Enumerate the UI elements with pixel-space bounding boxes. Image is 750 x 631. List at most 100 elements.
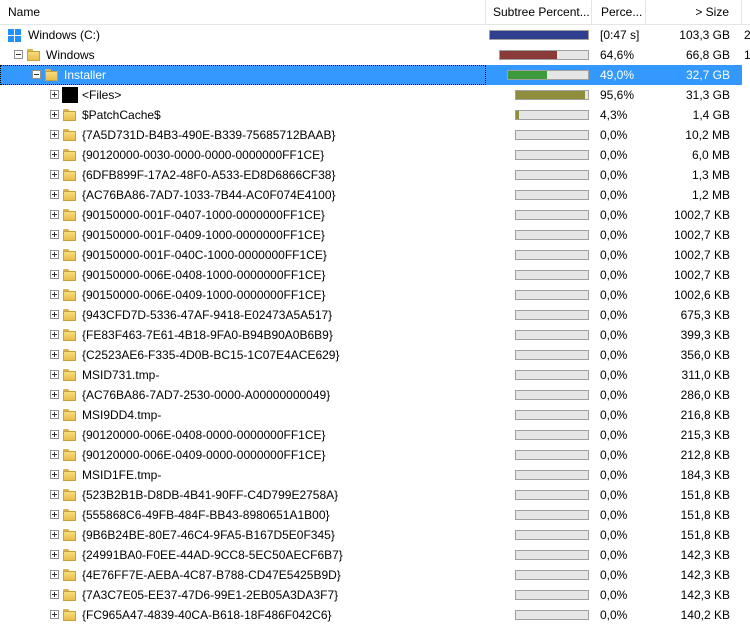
tree-row-name-cell[interactable]: MSID1FE.tmp-: [0, 465, 486, 485]
tree-row[interactable]: Windows (C:) [0:47 s] 103,3 GB 2: [0, 25, 750, 45]
tree-row-name-cell[interactable]: Windows (C:): [0, 25, 486, 45]
tree-row-name-cell[interactable]: {90150000-006E-0409-1000-0000000FF1CE}: [0, 285, 486, 305]
tree-row-name-cell[interactable]: MSID731.tmp-: [0, 365, 486, 385]
expand-icon[interactable]: [50, 330, 59, 339]
expand-icon[interactable]: [50, 470, 59, 479]
tree-row-name-cell[interactable]: {7A5D731D-B4B3-490E-B339-75685712BAAB}: [0, 125, 486, 145]
tree-row-name-cell[interactable]: {90120000-006E-0409-0000-0000000FF1CE}: [0, 445, 486, 465]
tree-row-name-cell[interactable]: {9B6B24BE-80E7-46C4-9FA5-B167D5E0F345}: [0, 525, 486, 545]
percent-cell: 0,0%: [600, 248, 628, 262]
tree-row[interactable]: {FC965A47-4839-40CA-B618-18F486F042C6} 0,…: [0, 605, 750, 625]
expand-icon[interactable]: [50, 310, 59, 319]
expand-icon[interactable]: [50, 450, 59, 459]
tree-row-name-cell[interactable]: {555868C6-49FB-484F-BB43-8980651A1B00}: [0, 505, 486, 525]
tree-row[interactable]: {90120000-006E-0408-0000-0000000FF1CE} 0,…: [0, 425, 750, 445]
tree-row-name-cell[interactable]: {943CFD7D-5336-47AF-9418-E02473A5A517}: [0, 305, 486, 325]
tree-row-name-cell[interactable]: {24991BA0-F0EE-44AD-9CC8-5EC50AECF6B7}: [0, 545, 486, 565]
column-header-size[interactable]: > Size: [646, 0, 742, 25]
expand-icon[interactable]: [50, 410, 59, 419]
tree-row[interactable]: {7A3C7E05-EE37-47D6-99E1-2EB05A3DA3F7} 0,…: [0, 585, 750, 605]
tree-row[interactable]: Installer 49,0% 32,7 GB: [0, 65, 750, 85]
expand-icon[interactable]: [50, 150, 59, 159]
tree-row[interactable]: {90150000-001F-040C-1000-0000000FF1CE} 0,…: [0, 245, 750, 265]
expand-icon[interactable]: [50, 490, 59, 499]
tree-row[interactable]: {90150000-006E-0409-1000-0000000FF1CE} 0,…: [0, 285, 750, 305]
tree-row-name-cell[interactable]: {AC76BA86-7AD7-2530-0000-A00000000049}: [0, 385, 486, 405]
tree-row-name-cell[interactable]: $PatchCache$: [0, 105, 486, 125]
tree-row-name-cell[interactable]: Windows: [0, 45, 486, 65]
tree-row[interactable]: {943CFD7D-5336-47AF-9418-E02473A5A517} 0,…: [0, 305, 750, 325]
tree-row-name-cell[interactable]: {7A3C7E05-EE37-47D6-99E1-2EB05A3DA3F7}: [0, 585, 486, 605]
truncated-column-cell: 2: [744, 28, 750, 42]
expand-icon[interactable]: [50, 230, 59, 239]
expand-icon[interactable]: [50, 510, 59, 519]
tree-row-name-cell[interactable]: {90120000-0030-0000-0000-0000000FF1CE}: [0, 145, 486, 165]
expand-icon[interactable]: [50, 290, 59, 299]
tree-row[interactable]: MSID731.tmp- 0,0% 311,0 KB: [0, 365, 750, 385]
tree-row[interactable]: Windows 64,6% 66,8 GB 1: [0, 45, 750, 65]
tree-row-name-cell[interactable]: {C2523AE6-F335-4D0B-BC15-1C07E4ACE629}: [0, 345, 486, 365]
expand-icon[interactable]: [50, 550, 59, 559]
tree-row[interactable]: {AC76BA86-7AD7-1033-7B44-AC0F074E4100} 0,…: [0, 185, 750, 205]
expand-icon[interactable]: [50, 530, 59, 539]
collapse-icon[interactable]: [32, 70, 41, 79]
tree-row-name-cell[interactable]: {6DFB899F-17A2-48F0-A533-ED8D6866CF38}: [0, 165, 486, 185]
tree-row[interactable]: <Files> 95,6% 31,3 GB: [0, 85, 750, 105]
tree-row[interactable]: {90150000-001F-0407-1000-0000000FF1CE} 0,…: [0, 205, 750, 225]
tree-row[interactable]: {9B6B24BE-80E7-46C4-9FA5-B167D5E0F345} 0,…: [0, 525, 750, 545]
tree-row[interactable]: {555868C6-49FB-484F-BB43-8980651A1B00} 0,…: [0, 505, 750, 525]
tree-list[interactable]: Windows (C:) [0:47 s] 103,3 GB 2 Windows 64,6…: [0, 25, 750, 631]
tree-row-name-cell[interactable]: {90150000-001F-0409-1000-0000000FF1CE}: [0, 225, 486, 245]
collapse-icon[interactable]: [14, 50, 23, 59]
tree-row[interactable]: {FE83F463-7E61-4B18-9FA0-B94B90A0B6B9} 0,…: [0, 325, 750, 345]
tree-row-name-cell[interactable]: {523B2B1B-D8DB-4B41-90FF-C4D799E2758A}: [0, 485, 486, 505]
expand-icon[interactable]: [50, 570, 59, 579]
expand-icon[interactable]: [50, 350, 59, 359]
tree-row-name-cell[interactable]: {FC965A47-4839-40CA-B618-18F486F042C6}: [0, 605, 486, 625]
tree-row[interactable]: {90120000-0030-0000-0000-0000000FF1CE} 0,…: [0, 145, 750, 165]
tree-row[interactable]: {AC76BA86-7AD7-2530-0000-A00000000049} 0,…: [0, 385, 750, 405]
column-header-subtree-percent[interactable]: Subtree Percent...: [486, 0, 592, 25]
tree-row-name-cell[interactable]: {AC76BA86-7AD7-1033-7B44-AC0F074E4100}: [0, 185, 486, 205]
tree-row[interactable]: {7A5D731D-B4B3-490E-B339-75685712BAAB} 0,…: [0, 125, 750, 145]
column-header-percent[interactable]: Perce...: [592, 0, 646, 25]
expand-icon[interactable]: [50, 370, 59, 379]
subtree-percent-cell: [486, 365, 592, 385]
expand-icon[interactable]: [50, 110, 59, 119]
tree-row[interactable]: {C2523AE6-F335-4D0B-BC15-1C07E4ACE629} 0,…: [0, 345, 750, 365]
column-header-name[interactable]: Name: [0, 0, 486, 25]
expand-icon[interactable]: [50, 170, 59, 179]
tree-row-name-cell[interactable]: {90120000-006E-0408-0000-0000000FF1CE}: [0, 425, 486, 445]
tree-row-name-cell[interactable]: Installer: [0, 65, 486, 85]
folder-icon: [62, 448, 77, 462]
tree-row-name-cell[interactable]: MSI9DD4.tmp-: [0, 405, 486, 425]
tree-row[interactable]: {24991BA0-F0EE-44AD-9CC8-5EC50AECF6B7} 0,…: [0, 545, 750, 565]
expand-icon[interactable]: [50, 210, 59, 219]
expand-icon[interactable]: [50, 130, 59, 139]
tree-row[interactable]: {6DFB899F-17A2-48F0-A533-ED8D6866CF38} 0,…: [0, 165, 750, 185]
tree-row-name-cell[interactable]: {4E76FF7E-AEBA-4C87-B788-CD47E5425B9D}: [0, 565, 486, 585]
expand-icon[interactable]: [50, 250, 59, 259]
tree-row[interactable]: $PatchCache$ 4,3% 1,4 GB: [0, 105, 750, 125]
folder-icon: [62, 288, 77, 302]
tree-row[interactable]: {523B2B1B-D8DB-4B41-90FF-C4D799E2758A} 0,…: [0, 485, 750, 505]
expand-icon[interactable]: [50, 270, 59, 279]
tree-row[interactable]: MSID1FE.tmp- 0,0% 184,3 KB: [0, 465, 750, 485]
tree-row[interactable]: MSI9DD4.tmp- 0,0% 216,8 KB: [0, 405, 750, 425]
tree-row[interactable]: {90150000-006E-0408-1000-0000000FF1CE} 0,…: [0, 265, 750, 285]
expand-icon[interactable]: [50, 430, 59, 439]
tree-row-name-cell[interactable]: {90150000-001F-040C-1000-0000000FF1CE}: [0, 245, 486, 265]
tree-row-name-cell[interactable]: {90150000-001F-0407-1000-0000000FF1CE}: [0, 205, 486, 225]
tree-row[interactable]: {4E76FF7E-AEBA-4C87-B788-CD47E5425B9D} 0,…: [0, 565, 750, 585]
tree-row-name-cell[interactable]: {FE83F463-7E61-4B18-9FA0-B94B90A0B6B9}: [0, 325, 486, 345]
tree-row[interactable]: {90150000-001F-0409-1000-0000000FF1CE} 0,…: [0, 225, 750, 245]
expand-icon[interactable]: [50, 610, 59, 619]
expand-icon[interactable]: [50, 390, 59, 399]
tree-row-name-cell[interactable]: <Files>: [0, 85, 486, 105]
tree-row[interactable]: {90120000-006E-0409-0000-0000000FF1CE} 0,…: [0, 445, 750, 465]
tree-row-name-cell[interactable]: {90150000-006E-0408-1000-0000000FF1CE}: [0, 265, 486, 285]
size-cell: 1002,7 KB: [673, 208, 730, 222]
expand-icon[interactable]: [50, 190, 59, 199]
expand-icon[interactable]: [50, 90, 59, 99]
expand-icon[interactable]: [50, 590, 59, 599]
